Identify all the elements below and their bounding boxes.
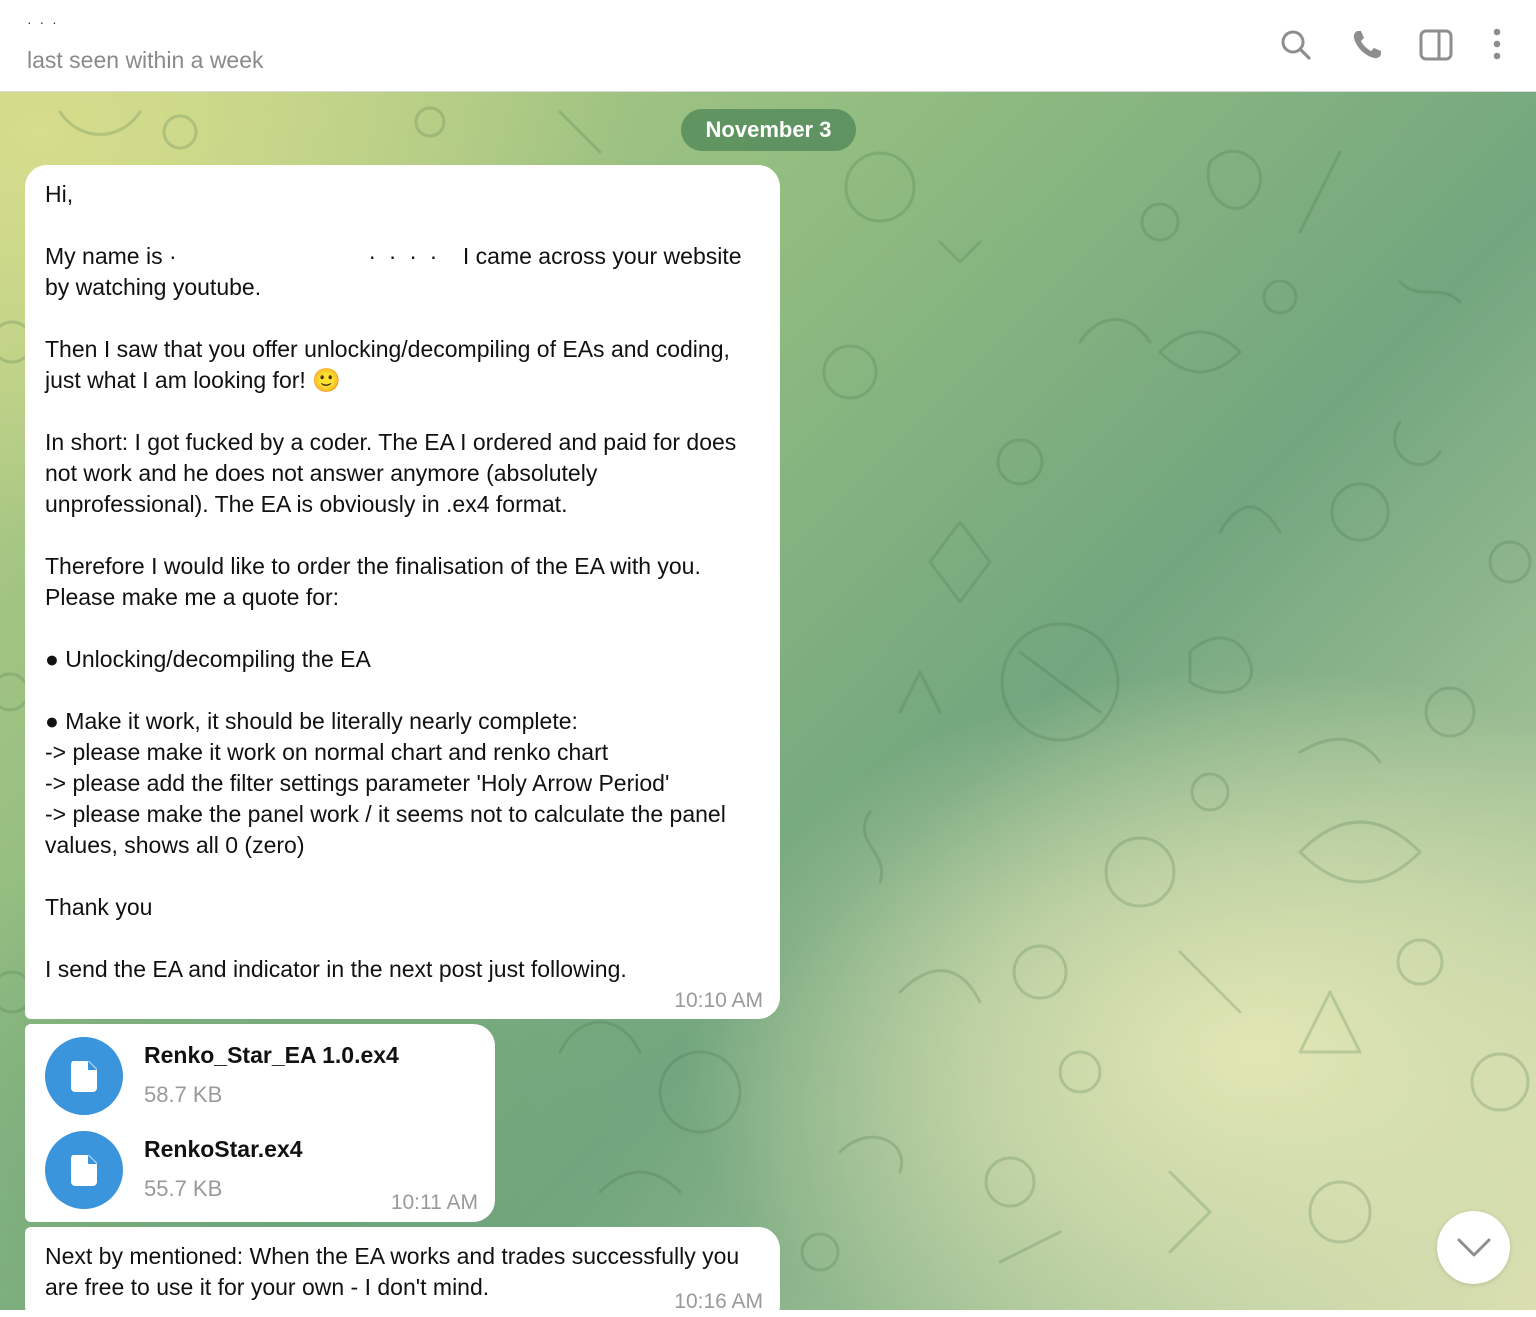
file-icon <box>71 1155 97 1186</box>
chevron-down-icon <box>1457 1238 1491 1257</box>
more-vertical-icon[interactable] <box>1478 26 1516 64</box>
file-attachment[interactable]: Renko_Star_EA 1.0.ex4 58.7 KB <box>45 1037 485 1117</box>
file-message-bubble[interactable]: Renko_Star_EA 1.0.ex4 58.7 KB RenkoStar.… <box>25 1024 495 1222</box>
phone-icon[interactable] <box>1348 26 1386 64</box>
message-text: Next by mentioned: When the EA works and… <box>45 1243 746 1300</box>
contact-name[interactable]: · · · <box>27 14 87 34</box>
message-time: 10:10 AM <box>674 989 763 1012</box>
scroll-to-bottom-button[interactable] <box>1437 1211 1510 1284</box>
file-size: 55.7 KB <box>144 1176 223 1201</box>
file-icon <box>71 1061 97 1092</box>
file-download-button[interactable] <box>45 1037 123 1115</box>
message-text: Hi, My name is · · · · · I came across y… <box>45 181 742 982</box>
file-download-button[interactable] <box>45 1131 123 1209</box>
last-seen-status: last seen within a week <box>27 47 264 73</box>
file-name[interactable]: RenkoStar.ex4 <box>144 1136 303 1163</box>
sidebar-toggle-icon[interactable] <box>1417 26 1455 64</box>
file-size: 58.7 KB <box>144 1082 223 1107</box>
date-separator: November 3 <box>681 109 856 151</box>
bottom-edge <box>0 1310 1536 1317</box>
message-bubble[interactable]: Next by mentioned: When the EA works and… <box>25 1227 780 1310</box>
message-bubble[interactable]: Hi, My name is · · · · · I came across y… <box>25 165 780 1019</box>
chat-header: · · · last seen within a week <box>0 0 1536 92</box>
chat-area[interactable]: November 3 Hi, My name is · · · · · I ca… <box>0 92 1536 1310</box>
search-icon[interactable] <box>1277 26 1315 64</box>
message-time: 10:11 AM <box>390 1191 478 1214</box>
message-time: 10:16 AM <box>674 1290 763 1310</box>
file-name[interactable]: Renko_Star_EA 1.0.ex4 <box>144 1042 399 1069</box>
